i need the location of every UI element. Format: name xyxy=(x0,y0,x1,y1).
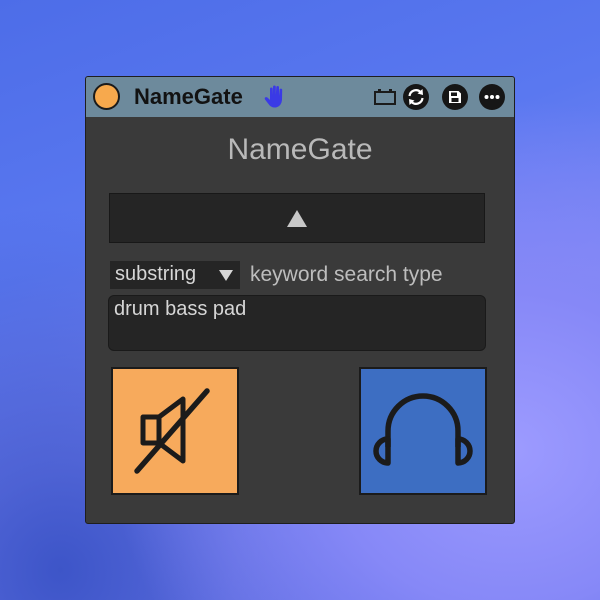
search-type-label: keyword search type xyxy=(250,263,443,286)
speaker-muted-icon xyxy=(134,388,210,474)
sync-icon[interactable] xyxy=(403,84,429,110)
hand-icon[interactable] xyxy=(262,84,288,110)
keyword-text: drum bass pad xyxy=(114,298,247,320)
collapse-button[interactable] xyxy=(109,193,485,243)
solo-button[interactable] xyxy=(359,367,487,495)
device-title: NameGate xyxy=(227,133,373,166)
search-type-value: substring xyxy=(115,263,197,285)
chevron-down-icon xyxy=(219,270,233,281)
device-power-toggle[interactable] xyxy=(93,83,120,110)
mute-button[interactable] xyxy=(111,367,239,495)
battery-icon[interactable] xyxy=(372,84,398,110)
save-icon[interactable] xyxy=(442,84,468,110)
headphones-icon xyxy=(373,393,473,466)
triangle-up-icon xyxy=(287,210,307,227)
device-name: NameGate xyxy=(134,84,243,109)
keyword-input[interactable]: drum bass pad xyxy=(108,295,486,351)
more-icon[interactable] xyxy=(479,84,505,110)
search-type-dropdown[interactable]: substring xyxy=(110,261,240,289)
namegate-device: NameGate NameGate substring keyword sear… xyxy=(85,76,515,524)
device-titlebar: NameGate xyxy=(86,77,514,117)
